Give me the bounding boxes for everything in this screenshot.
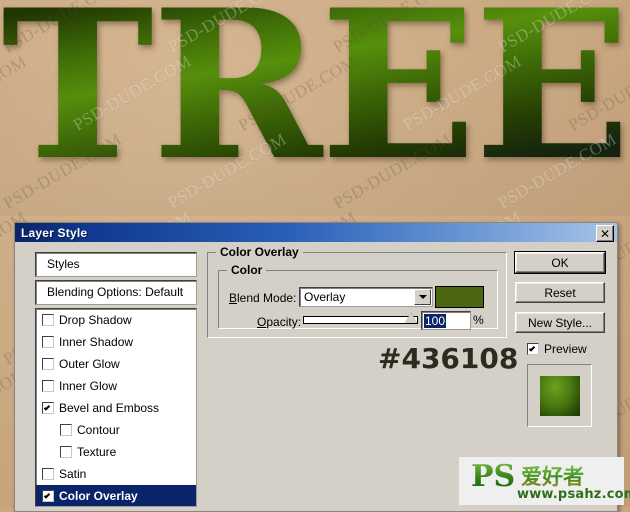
styles-list-panel: Styles Blending Options: Default Drop Sh… [35, 252, 197, 507]
blend-mode-label: Blend Mode: [229, 291, 297, 305]
effects-list: Drop Shadow Inner Shadow Outer Glow Inner G… [35, 308, 197, 507]
effect-row-texture[interactable]: Texture [36, 441, 196, 463]
checkbox-icon[interactable] [42, 468, 54, 480]
dialog-title: Layer Style [21, 225, 88, 240]
opacity-unit: % [473, 313, 484, 327]
reset-button[interactable]: Reset [515, 282, 605, 303]
effect-row-drop-shadow[interactable]: Drop Shadow [36, 309, 196, 331]
checkbox-icon [527, 343, 539, 355]
checkbox-icon[interactable] [42, 402, 54, 414]
effect-label: Satin [59, 467, 87, 481]
ok-button[interactable]: OK [514, 251, 606, 274]
opacity-slider-thumb[interactable] [405, 312, 417, 323]
psahz-url-text: www.psahz.com [517, 487, 630, 502]
chevron-down-icon[interactable] [414, 289, 431, 305]
effect-row-bevel-and-emboss[interactable]: Bevel and Emboss [36, 397, 196, 419]
style-preview-box [527, 364, 592, 427]
artwork-headline-area: TREE [0, 0, 630, 216]
styles-label: Styles [47, 256, 80, 271]
psahz-ps-text: PS [471, 459, 516, 494]
hex-color-annotation: #436108 [378, 342, 519, 375]
effect-label: Color Overlay [59, 489, 138, 503]
opacity-value: 100 [424, 313, 447, 328]
effect-row-inner-glow[interactable]: Inner Glow [36, 375, 196, 397]
color-group: Color Blend Mode: Overlay Opacity: 100 % [218, 263, 498, 330]
effect-label: Inner Glow [59, 379, 118, 393]
checkbox-icon[interactable] [42, 358, 54, 370]
opacity-label: Opacity: [257, 315, 302, 329]
color-overlay-group-title: Color Overlay [216, 245, 303, 259]
effect-label: Contour [77, 423, 120, 437]
effect-row-outer-glow[interactable]: Outer Glow [36, 353, 196, 375]
opacity-slider-track[interactable] [303, 316, 418, 324]
blend-mode-value: Overlay [304, 290, 346, 304]
preview-checkbox[interactable]: Preview [527, 342, 603, 356]
checkbox-icon[interactable] [60, 446, 72, 458]
style-preview-chip [539, 375, 580, 416]
blending-options-entry[interactable]: Blending Options: Default [35, 280, 197, 305]
new-style-button[interactable]: New Style... [515, 312, 605, 333]
color-overlay-group: Color Overlay Color Blend Mode: Overlay … [207, 245, 507, 338]
color-swatch[interactable] [435, 286, 484, 308]
dialog-buttons-panel: OK Reset New Style... Preview [514, 251, 606, 427]
checkbox-icon[interactable] [42, 380, 54, 392]
blending-options-label: Blending Options: Default [47, 284, 184, 299]
color-group-title: Color [227, 263, 267, 277]
opacity-input[interactable]: 100 [421, 311, 471, 330]
color-overlay-panel: Color Overlay Color Blend Mode: Overlay … [207, 245, 507, 338]
effect-row-inner-shadow[interactable]: Inner Shadow [36, 331, 196, 353]
new-style-label: New Style... [527, 315, 593, 330]
tree-headline-text: TREE [1, 0, 630, 189]
effect-label: Inner Shadow [59, 335, 134, 349]
effect-label: Texture [77, 445, 117, 459]
effect-row-satin[interactable]: Satin [36, 463, 196, 485]
checkbox-icon[interactable] [42, 314, 54, 326]
preview-label: Preview [544, 342, 587, 356]
effect-row-contour[interactable]: Contour [36, 419, 196, 441]
close-icon[interactable]: ✕ [596, 225, 614, 242]
checkbox-icon[interactable] [42, 490, 54, 502]
styles-entry[interactable]: Styles [35, 252, 197, 277]
effect-row-color-overlay[interactable]: Color Overlay [36, 485, 196, 506]
blend-mode-select[interactable]: Overlay [299, 287, 433, 307]
effect-label: Bevel and Emboss [59, 401, 160, 415]
checkbox-icon[interactable] [42, 336, 54, 348]
psahz-logo: PS 爱好者 www.psahz.com [459, 457, 630, 505]
effect-label: Outer Glow [59, 357, 120, 371]
checkbox-icon[interactable] [60, 424, 72, 436]
effect-label: Drop Shadow [59, 313, 132, 327]
dialog-titlebar[interactable]: Layer Style ✕ [15, 223, 617, 242]
